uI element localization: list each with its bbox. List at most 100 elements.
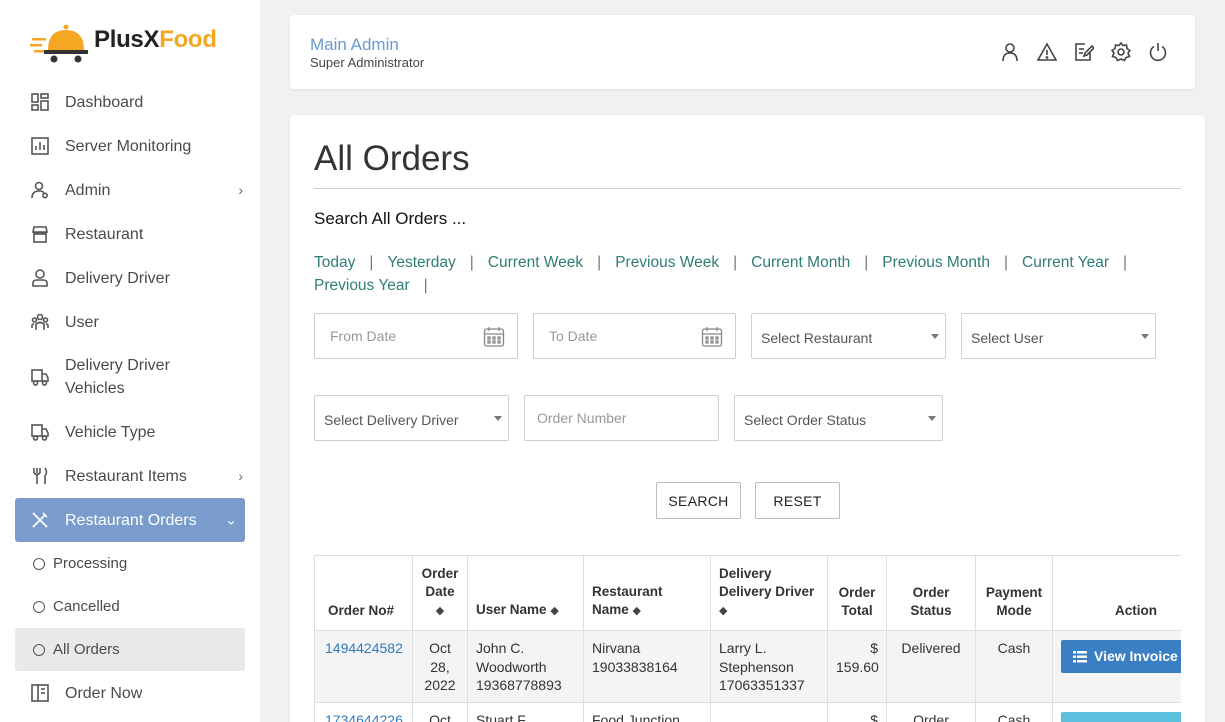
caret-down-icon bbox=[1141, 334, 1149, 339]
view-invoice-button[interactable]: View Invoice bbox=[1061, 640, 1181, 673]
caret-down-icon bbox=[928, 416, 936, 421]
col-order-status[interactable]: Order Status bbox=[886, 555, 976, 631]
orders-table-container[interactable]: Order No# Order Date ◆ User Name ◆ Restaur… bbox=[314, 555, 1181, 722]
sort-icon: ◆ bbox=[719, 605, 728, 617]
calendar-icon[interactable] bbox=[701, 326, 723, 348]
admin-role: Super Administrator bbox=[310, 55, 425, 70]
total-cell: $159.60 bbox=[827, 630, 887, 703]
store-icon bbox=[31, 225, 49, 243]
sidebar-item-label: Vehicle Type bbox=[65, 423, 156, 441]
food-delivery-logo-icon bbox=[30, 24, 88, 63]
sidebar-item-delivery-driver-vehicles[interactable]: Delivery Driver Vehicles bbox=[15, 344, 245, 410]
sidebar-item-restaurant-items[interactable]: Restaurant Items › bbox=[15, 454, 245, 498]
search-button[interactable]: SEARCH bbox=[656, 482, 741, 519]
calendar-icon[interactable] bbox=[483, 326, 505, 348]
sidebar-item-delivery-driver[interactable]: Delivery Driver bbox=[15, 256, 245, 300]
col-order-no[interactable]: Order No# bbox=[314, 555, 413, 631]
restaurant-select[interactable]: Select Restaurant bbox=[751, 313, 946, 359]
sidebar-item-server-monitoring[interactable]: Server Monitoring bbox=[15, 124, 245, 168]
sidebar-item-dashboard[interactable]: Dashboard bbox=[15, 80, 245, 124]
status-cell: Delivered bbox=[886, 630, 976, 703]
link-previous-year[interactable]: Previous Year bbox=[314, 274, 410, 297]
sidebar-item-label: Restaurant bbox=[65, 225, 144, 243]
sidebar-item-label: Admin bbox=[65, 181, 111, 199]
sort-icon: ◆ bbox=[632, 605, 642, 617]
list-icon bbox=[1073, 650, 1087, 662]
driver-cell bbox=[710, 702, 828, 722]
col-order-total[interactable]: Order Total bbox=[827, 555, 887, 631]
order-number-link[interactable]: 1734644226 bbox=[325, 712, 403, 722]
vehicle-icon bbox=[31, 368, 49, 386]
to-date-input[interactable]: To Date bbox=[533, 313, 736, 359]
table-header-row: Order No# Order Date ◆ User Name ◆ Restaur… bbox=[314, 555, 1181, 631]
sidebar-nav: Dashboard Server Monitoring Admin › Rest… bbox=[15, 80, 245, 715]
from-date-input[interactable]: From Date bbox=[314, 313, 518, 359]
quick-date-links: Today | Yesterday | Current Week | Previous We… bbox=[314, 251, 1174, 297]
sidebar-item-label: Dashboard bbox=[65, 93, 144, 111]
action-button[interactable] bbox=[1061, 712, 1181, 722]
link-today[interactable]: Today bbox=[314, 251, 355, 274]
from-date-placeholder: From Date bbox=[330, 328, 397, 344]
power-icon[interactable] bbox=[1147, 41, 1169, 63]
separator: | bbox=[733, 254, 738, 271]
vehicle-type-icon bbox=[31, 423, 49, 441]
separator: | bbox=[1003, 254, 1009, 271]
link-previous-month[interactable]: Previous Month bbox=[882, 251, 990, 274]
col-restaurant-name[interactable]: Restaurant Name ◆ bbox=[583, 555, 711, 631]
caret-down-icon bbox=[931, 334, 939, 339]
circle-icon bbox=[33, 600, 45, 613]
settings-icon[interactable] bbox=[1110, 41, 1132, 63]
order-number-input[interactable]: Order Number bbox=[524, 395, 719, 441]
sidebar-subitem-label: Processing bbox=[53, 555, 128, 572]
user-name-cell: John C. Woodworth 19368778893 bbox=[467, 630, 584, 703]
user-select[interactable]: Select User bbox=[961, 313, 1156, 359]
sidebar: PlusXFood Dashboard Server Monitoring Ad… bbox=[0, 0, 260, 722]
col-payment-mode[interactable]: Payment Mode bbox=[975, 555, 1053, 631]
delivery-driver-select[interactable]: Select Delivery Driver bbox=[314, 395, 509, 441]
sidebar-item-label: Restaurant Orders bbox=[65, 511, 197, 529]
sort-icon: ◆ bbox=[550, 605, 559, 617]
sidebar-item-restaurant-orders[interactable]: Restaurant Orders ⌄ bbox=[15, 498, 245, 542]
link-current-year[interactable]: Current Year bbox=[1022, 251, 1109, 274]
col-user-name[interactable]: User Name ◆ bbox=[467, 555, 584, 631]
circle-icon bbox=[33, 557, 45, 570]
alert-icon[interactable] bbox=[1036, 41, 1058, 63]
sidebar-subitem-all-orders[interactable]: All Orders bbox=[15, 628, 245, 671]
to-date-placeholder: To Date bbox=[549, 328, 598, 344]
col-delivery-driver[interactable]: Delivery Delivery Driver ◆ bbox=[710, 555, 828, 631]
sidebar-item-order-now[interactable]: Order Now bbox=[15, 671, 245, 715]
restaurant-select-value: Select Restaurant bbox=[761, 330, 873, 346]
caret-down-icon bbox=[494, 416, 502, 421]
table-row: 1734644226 Oct Stuart F. Food Junction $… bbox=[314, 702, 1181, 722]
brand-logo[interactable]: PlusXFood bbox=[30, 16, 217, 64]
order-date-cell: Oct 28, 2022 bbox=[412, 630, 468, 703]
order-number-link[interactable]: 1494424582 bbox=[325, 640, 403, 656]
separator: | bbox=[864, 254, 869, 271]
reset-button[interactable]: RESET bbox=[755, 482, 840, 519]
restaurant-cell: Nirvana 19033838164 bbox=[583, 630, 711, 703]
link-current-month[interactable]: Current Month bbox=[751, 251, 850, 274]
col-order-date[interactable]: Order Date ◆ bbox=[412, 555, 468, 631]
user-icon[interactable] bbox=[999, 41, 1021, 63]
sidebar-item-restaurant[interactable]: Restaurant bbox=[15, 212, 245, 256]
chevron-down-icon: ⌄ bbox=[225, 511, 237, 528]
link-current-week[interactable]: Current Week bbox=[488, 251, 583, 274]
sidebar-subitem-cancelled[interactable]: Cancelled bbox=[15, 585, 245, 628]
action-cell: View Invoice bbox=[1052, 630, 1181, 703]
col-action: Action bbox=[1052, 555, 1181, 631]
edit-icon[interactable] bbox=[1073, 41, 1095, 63]
cutlery-icon bbox=[31, 467, 49, 485]
sidebar-subitem-processing[interactable]: Processing bbox=[15, 542, 245, 585]
circle-icon bbox=[33, 643, 45, 656]
link-yesterday[interactable]: Yesterday bbox=[387, 251, 455, 274]
sidebar-item-user[interactable]: User bbox=[15, 300, 245, 344]
separator: | bbox=[1123, 254, 1128, 271]
order-status-select-value: Select Order Status bbox=[744, 412, 867, 428]
order-status-select[interactable]: Select Order Status bbox=[734, 395, 943, 441]
sidebar-item-admin[interactable]: Admin › bbox=[15, 168, 245, 212]
sidebar-item-vehicle-type[interactable]: Vehicle Type bbox=[15, 410, 245, 454]
link-previous-week[interactable]: Previous Week bbox=[615, 251, 719, 274]
brand-name: PlusXFood bbox=[94, 26, 217, 53]
order-no-cell: 1494424582 bbox=[314, 630, 413, 703]
header-actions bbox=[984, 41, 1169, 63]
